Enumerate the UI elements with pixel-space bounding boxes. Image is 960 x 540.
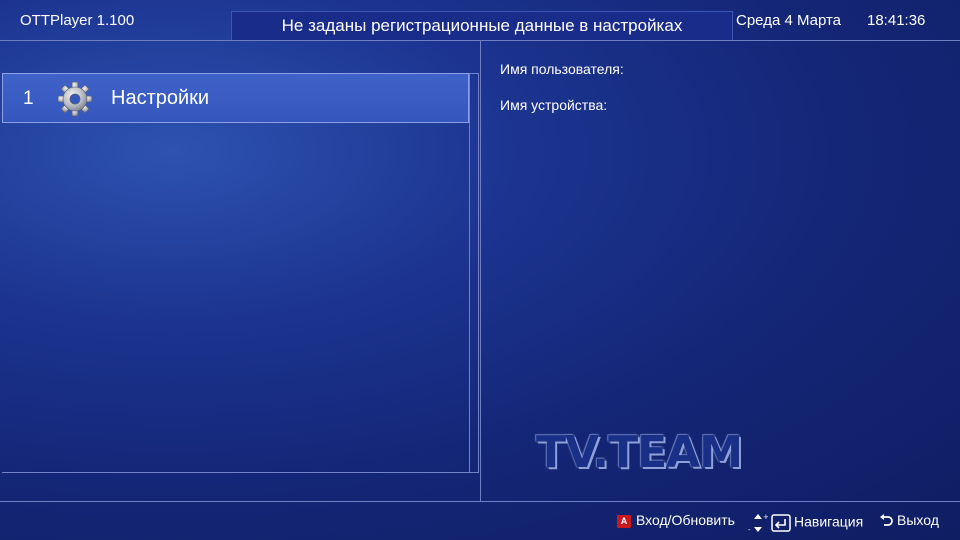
enter-refresh-label: Вход/Обновить [636,512,735,528]
gear-icon [57,81,93,117]
exit-label: Выход [897,512,939,528]
exit-hint[interactable]: Выход [878,512,939,528]
enter-refresh-hint[interactable]: A Вход/Обновить [617,512,735,528]
navigation-hint[interactable]: + - Навигация [748,512,863,534]
footer-bar: A Вход/Обновить + - Навигация Выход [0,502,960,540]
return-arrow-icon [880,514,893,527]
registration-warning: Не заданы регистрационные данные в настр… [231,11,733,41]
red-button-icon: A [617,514,631,528]
menu-item-label: Настройки [111,87,210,109]
enter-key-icon [771,514,791,532]
panel-divider [480,40,481,501]
menu-item-settings[interactable]: 1 Настройки [2,73,469,123]
current-date: Среда 4 Марта [736,12,842,29]
svg-text:-: - [748,526,751,534]
tv-team-watermark: TV.TEAM [536,427,743,478]
current-time: 18:41:36 [867,12,926,29]
menu-panel [2,73,479,473]
menu-item-number: 1 [23,88,34,109]
device-name-label: Имя устройства: [500,97,608,113]
app-title: OTTPlayer 1.100 [20,12,135,29]
username-label: Имя пользователя: [500,61,624,77]
svg-text:+: + [763,513,768,521]
up-down-arrows-icon: + - [748,513,769,534]
top-bar: OTTPlayer 1.100 Не заданы регистрационны… [0,0,960,41]
menu-panel-inner-edge [469,74,470,472]
navigation-label: Навигация [794,513,864,530]
